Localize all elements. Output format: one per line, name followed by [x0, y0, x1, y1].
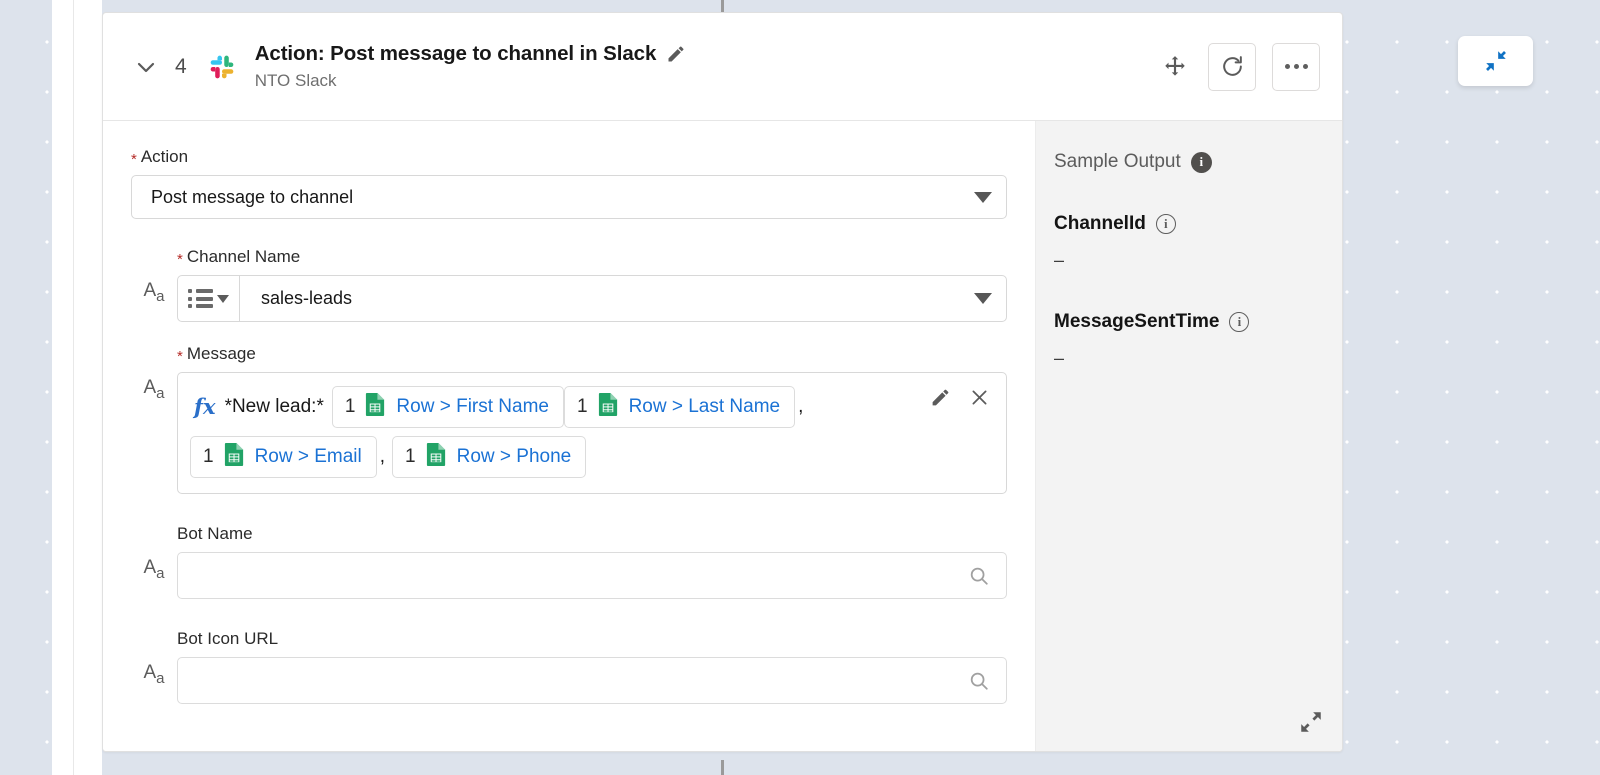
- more-options-icon[interactable]: [1272, 42, 1320, 91]
- output-field-name: MessageSentTime i: [1054, 311, 1314, 333]
- text-type-icon: Aa: [143, 377, 165, 402]
- action-select-value: Post message to channel: [151, 186, 354, 207]
- channel-name-label: * Channel Name: [177, 247, 301, 268]
- action-field-group: * Action Post message to channel: [103, 147, 1035, 219]
- canvas-left-panel: [52, 0, 74, 775]
- step-card-titles: Action: Post message to channel in Slack…: [255, 42, 1158, 91]
- message-field-actions: [930, 387, 990, 408]
- required-marker: *: [177, 251, 183, 268]
- collapse-arrows-icon[interactable]: [1458, 36, 1533, 86]
- info-icon[interactable]: i: [1229, 312, 1250, 332]
- bot-icon-url-label: Bot Icon URL: [177, 629, 279, 648]
- chevron-down-icon: [974, 191, 992, 203]
- chevron-down-icon: [217, 294, 229, 303]
- chevron-down-icon[interactable]: [131, 52, 161, 82]
- step-card-subtitle: NTO Slack: [254, 71, 337, 90]
- step-card-actions: [1158, 42, 1320, 91]
- output-field-value: –: [1054, 250, 1065, 270]
- channel-name-combobox[interactable]: sales-leads: [177, 275, 1007, 322]
- merge-token[interactable]: 1: [563, 386, 796, 428]
- bot-name-field-group: Aa Bot Name: [103, 524, 1035, 599]
- refresh-icon[interactable]: [1208, 42, 1256, 91]
- text-type-icon: Aa: [143, 557, 165, 582]
- message-static-text: *New lead:*: [224, 396, 324, 417]
- pencil-icon[interactable]: [666, 44, 686, 64]
- required-marker: *: [177, 348, 183, 365]
- connector-line-bottom: [721, 760, 724, 775]
- workflow-step-card: 4 Action: Post message to channel in Sla…: [102, 12, 1343, 752]
- text-type-icon: Aa: [143, 662, 165, 687]
- step-card-body: * Action Post message to channel Aa * Ch: [103, 121, 1342, 751]
- bot-name-label: Bot Name: [177, 524, 253, 543]
- page-title: Action: Post message to channel in Slack: [254, 42, 657, 65]
- sample-output-title: Sample Output i: [1054, 151, 1314, 173]
- channel-name-field-group: Aa * Channel Name sales-leads: [103, 247, 1035, 322]
- bot-icon-url-input[interactable]: [194, 669, 968, 692]
- move-handle-icon[interactable]: [1158, 50, 1192, 84]
- action-select[interactable]: Post message to channel: [131, 175, 1007, 219]
- output-field: ChannelId i –: [1054, 213, 1314, 271]
- bot-name-input[interactable]: [194, 564, 968, 587]
- action-label: * Action: [131, 147, 189, 168]
- step-number: 4: [175, 54, 187, 78]
- slack-icon: [205, 50, 239, 84]
- channel-name-value: sales-leads: [261, 288, 353, 308]
- message-label: * Message: [177, 344, 256, 365]
- search-icon[interactable]: [968, 670, 990, 692]
- required-marker: *: [131, 151, 137, 168]
- merge-token[interactable]: 1: [331, 386, 564, 428]
- resize-expand-icon[interactable]: [1298, 709, 1324, 735]
- pencil-icon[interactable]: [930, 387, 951, 408]
- step-card-header: 4 Action: Post message to channel in Sla…: [103, 13, 1342, 121]
- action-form: * Action Post message to channel Aa * Ch: [103, 121, 1035, 751]
- token-separator: ,: [379, 446, 386, 467]
- bot-icon-url-field-group: Aa Bot Icon URL: [103, 629, 1035, 704]
- google-sheets-icon: [425, 442, 448, 472]
- search-icon[interactable]: [968, 565, 990, 587]
- google-sheets-icon: [364, 392, 387, 422]
- info-icon[interactable]: i: [1155, 214, 1176, 234]
- canvas-left-panel-inner: [74, 0, 102, 775]
- fx-icon: fx: [194, 394, 216, 419]
- chevron-down-icon[interactable]: [974, 276, 1006, 321]
- output-field-name: ChannelId i: [1054, 213, 1314, 235]
- bot-name-input-wrapper[interactable]: [177, 552, 1007, 599]
- text-type-icon: Aa: [143, 280, 165, 305]
- merge-token[interactable]: 1: [190, 436, 377, 478]
- output-field-value: –: [1054, 348, 1065, 368]
- output-field: MessageSentTime i –: [1054, 311, 1314, 369]
- message-field-group: Aa * Message fx *New lead:* 1 Row > Firs…: [103, 344, 1035, 494]
- sample-output-panel: Sample Output i ChannelId i – MessageSen…: [1035, 121, 1342, 751]
- list-picker-icon[interactable]: [178, 276, 240, 321]
- connector-line-top: [721, 0, 724, 12]
- token-separator: ,: [798, 396, 804, 417]
- google-sheets-icon: [223, 442, 246, 472]
- message-merge-field[interactable]: fx *New lead:* 1 Row > First Name 1 Row …: [177, 372, 1007, 494]
- close-icon[interactable]: [969, 387, 990, 408]
- merge-token[interactable]: 1: [392, 436, 587, 478]
- google-sheets-icon: [597, 392, 620, 422]
- bot-icon-url-input-wrapper[interactable]: [177, 657, 1007, 704]
- info-icon[interactable]: i: [1190, 151, 1212, 173]
